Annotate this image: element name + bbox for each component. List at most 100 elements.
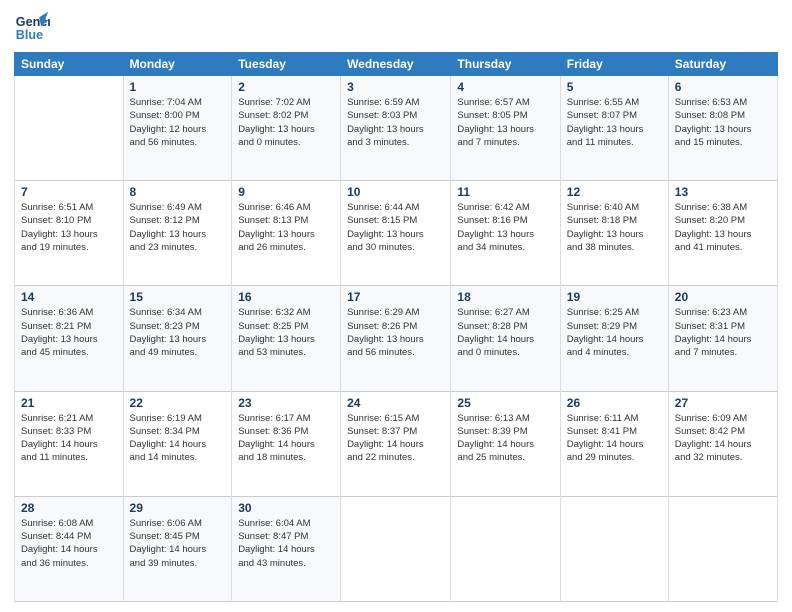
- day-info: Sunrise: 6:55 AM Sunset: 8:07 PM Dayligh…: [567, 96, 662, 149]
- day-number: 5: [567, 80, 662, 94]
- header-cell-monday: Monday: [123, 53, 232, 76]
- day-info: Sunrise: 6:34 AM Sunset: 8:23 PM Dayligh…: [130, 306, 226, 359]
- day-info: Sunrise: 6:29 AM Sunset: 8:26 PM Dayligh…: [347, 306, 444, 359]
- day-number: 27: [675, 396, 771, 410]
- day-number: 4: [457, 80, 553, 94]
- calendar-cell: 8 Sunrise: 6:49 AM Sunset: 8:12 PM Daylig…: [123, 181, 232, 286]
- week-row-0: 1 Sunrise: 7:04 AM Sunset: 8:00 PM Daylig…: [15, 76, 778, 181]
- logo: General Blue: [14, 10, 50, 46]
- week-row-2: 14Sunrise: 6:36 AM Sunset: 8:21 PM Dayli…: [15, 286, 778, 391]
- calendar-cell: 23 Sunrise: 6:17 AM Sunset: 8:36 PM Dayli…: [232, 391, 341, 496]
- calendar-cell: [451, 496, 560, 601]
- svg-text:Blue: Blue: [16, 28, 43, 42]
- calendar-cell: [560, 496, 668, 601]
- day-info: Sunrise: 6:13 AM Sunset: 8:39 PM Dayligh…: [457, 412, 553, 465]
- day-number: 2: [238, 80, 334, 94]
- day-number: 15: [130, 290, 226, 304]
- day-number: 25: [457, 396, 553, 410]
- calendar-cell: 30 Sunrise: 6:04 AM Sunset: 8:47 PM Dayli…: [232, 496, 341, 601]
- header-cell-saturday: Saturday: [668, 53, 777, 76]
- calendar-cell: 27Sunrise: 6:09 AM Sunset: 8:42 PM Dayli…: [668, 391, 777, 496]
- calendar-cell: 18Sunrise: 6:27 AM Sunset: 8:28 PM Dayli…: [451, 286, 560, 391]
- calendar-cell: 29 Sunrise: 6:06 AM Sunset: 8:45 PM Dayli…: [123, 496, 232, 601]
- day-info: Sunrise: 6:11 AM Sunset: 8:41 PM Dayligh…: [567, 412, 662, 465]
- day-number: 13: [675, 185, 771, 199]
- day-number: 7: [21, 185, 117, 199]
- day-info: Sunrise: 6:17 AM Sunset: 8:36 PM Dayligh…: [238, 412, 334, 465]
- day-info: Sunrise: 6:40 AM Sunset: 8:18 PM Dayligh…: [567, 201, 662, 254]
- day-number: 20: [675, 290, 771, 304]
- calendar-cell: 19 Sunrise: 6:25 AM Sunset: 8:29 PM Dayli…: [560, 286, 668, 391]
- day-info: Sunrise: 6:42 AM Sunset: 8:16 PM Dayligh…: [457, 201, 553, 254]
- header-cell-sunday: Sunday: [15, 53, 124, 76]
- day-info: Sunrise: 6:59 AM Sunset: 8:03 PM Dayligh…: [347, 96, 444, 149]
- day-number: 9: [238, 185, 334, 199]
- day-info: Sunrise: 7:02 AM Sunset: 8:02 PM Dayligh…: [238, 96, 334, 149]
- day-number: 28: [21, 501, 117, 515]
- day-number: 24: [347, 396, 444, 410]
- calendar-cell: 13 Sunrise: 6:38 AM Sunset: 8:20 PM Dayli…: [668, 181, 777, 286]
- calendar-cell: 6 Sunrise: 6:53 AM Sunset: 8:08 PM Daylig…: [668, 76, 777, 181]
- day-info: Sunrise: 6:06 AM Sunset: 8:45 PM Dayligh…: [130, 517, 226, 570]
- calendar-cell: 25 Sunrise: 6:13 AM Sunset: 8:39 PM Dayli…: [451, 391, 560, 496]
- day-info: Sunrise: 6:15 AM Sunset: 8:37 PM Dayligh…: [347, 412, 444, 465]
- day-number: 3: [347, 80, 444, 94]
- header-row: SundayMondayTuesdayWednesdayThursdayFrid…: [15, 53, 778, 76]
- calendar-cell: 26Sunrise: 6:11 AM Sunset: 8:41 PM Dayli…: [560, 391, 668, 496]
- day-info: Sunrise: 6:46 AM Sunset: 8:13 PM Dayligh…: [238, 201, 334, 254]
- calendar-cell: [15, 76, 124, 181]
- header: General Blue: [14, 10, 778, 46]
- day-number: 6: [675, 80, 771, 94]
- day-info: Sunrise: 6:21 AM Sunset: 8:33 PM Dayligh…: [21, 412, 117, 465]
- day-info: Sunrise: 6:57 AM Sunset: 8:05 PM Dayligh…: [457, 96, 553, 149]
- calendar: SundayMondayTuesdayWednesdayThursdayFrid…: [14, 52, 778, 602]
- calendar-cell: 20 Sunrise: 6:23 AM Sunset: 8:31 PM Dayli…: [668, 286, 777, 391]
- calendar-cell: 7 Sunrise: 6:51 AM Sunset: 8:10 PM Daylig…: [15, 181, 124, 286]
- calendar-cell: 24 Sunrise: 6:15 AM Sunset: 8:37 PM Dayli…: [341, 391, 451, 496]
- day-info: Sunrise: 6:51 AM Sunset: 8:10 PM Dayligh…: [21, 201, 117, 254]
- day-number: 17: [347, 290, 444, 304]
- calendar-cell: [668, 496, 777, 601]
- calendar-cell: 16 Sunrise: 6:32 AM Sunset: 8:25 PM Dayli…: [232, 286, 341, 391]
- header-cell-tuesday: Tuesday: [232, 53, 341, 76]
- header-cell-friday: Friday: [560, 53, 668, 76]
- day-info: Sunrise: 6:19 AM Sunset: 8:34 PM Dayligh…: [130, 412, 226, 465]
- calendar-cell: 11 Sunrise: 6:42 AM Sunset: 8:16 PM Dayli…: [451, 181, 560, 286]
- day-number: 16: [238, 290, 334, 304]
- week-row-4: 28 Sunrise: 6:08 AM Sunset: 8:44 PM Dayli…: [15, 496, 778, 601]
- calendar-cell: 15 Sunrise: 6:34 AM Sunset: 8:23 PM Dayli…: [123, 286, 232, 391]
- day-number: 30: [238, 501, 334, 515]
- calendar-cell: 17 Sunrise: 6:29 AM Sunset: 8:26 PM Dayli…: [341, 286, 451, 391]
- day-number: 12: [567, 185, 662, 199]
- day-number: 29: [130, 501, 226, 515]
- calendar-cell: 2 Sunrise: 7:02 AM Sunset: 8:02 PM Daylig…: [232, 76, 341, 181]
- logo-icon: General Blue: [14, 10, 50, 46]
- day-info: Sunrise: 6:32 AM Sunset: 8:25 PM Dayligh…: [238, 306, 334, 359]
- calendar-cell: 9 Sunrise: 6:46 AM Sunset: 8:13 PM Daylig…: [232, 181, 341, 286]
- day-number: 8: [130, 185, 226, 199]
- day-info: Sunrise: 6:08 AM Sunset: 8:44 PM Dayligh…: [21, 517, 117, 570]
- calendar-cell: 21 Sunrise: 6:21 AM Sunset: 8:33 PM Dayli…: [15, 391, 124, 496]
- day-number: 10: [347, 185, 444, 199]
- calendar-cell: 22Sunrise: 6:19 AM Sunset: 8:34 PM Dayli…: [123, 391, 232, 496]
- calendar-cell: 5 Sunrise: 6:55 AM Sunset: 8:07 PM Daylig…: [560, 76, 668, 181]
- calendar-cell: 10 Sunrise: 6:44 AM Sunset: 8:15 PM Dayli…: [341, 181, 451, 286]
- day-info: Sunrise: 6:49 AM Sunset: 8:12 PM Dayligh…: [130, 201, 226, 254]
- day-number: 21: [21, 396, 117, 410]
- calendar-cell: 12 Sunrise: 6:40 AM Sunset: 8:18 PM Dayli…: [560, 181, 668, 286]
- day-info: Sunrise: 6:25 AM Sunset: 8:29 PM Dayligh…: [567, 306, 662, 359]
- day-info: Sunrise: 6:38 AM Sunset: 8:20 PM Dayligh…: [675, 201, 771, 254]
- day-info: Sunrise: 6:23 AM Sunset: 8:31 PM Dayligh…: [675, 306, 771, 359]
- day-info: Sunrise: 6:53 AM Sunset: 8:08 PM Dayligh…: [675, 96, 771, 149]
- day-number: 23: [238, 396, 334, 410]
- day-info: Sunrise: 6:04 AM Sunset: 8:47 PM Dayligh…: [238, 517, 334, 570]
- calendar-cell: 14Sunrise: 6:36 AM Sunset: 8:21 PM Dayli…: [15, 286, 124, 391]
- day-number: 18: [457, 290, 553, 304]
- day-number: 19: [567, 290, 662, 304]
- day-number: 1: [130, 80, 226, 94]
- day-info: Sunrise: 6:44 AM Sunset: 8:15 PM Dayligh…: [347, 201, 444, 254]
- calendar-cell: 28 Sunrise: 6:08 AM Sunset: 8:44 PM Dayli…: [15, 496, 124, 601]
- day-info: Sunrise: 6:36 AM Sunset: 8:21 PM Dayligh…: [21, 306, 117, 359]
- day-number: 11: [457, 185, 553, 199]
- day-info: Sunrise: 7:04 AM Sunset: 8:00 PM Dayligh…: [130, 96, 226, 149]
